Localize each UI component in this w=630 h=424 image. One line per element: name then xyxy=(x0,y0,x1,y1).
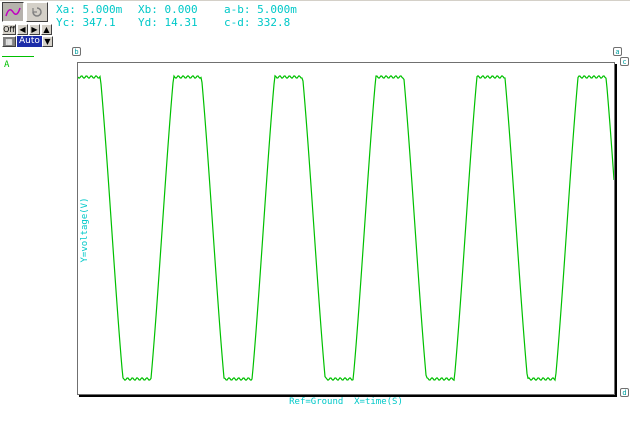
y-axis-label: Y=voltage(V) xyxy=(80,197,90,263)
cursor-xa-readout: Xa: 5.000m xyxy=(56,3,123,16)
cursor-c-tag[interactable]: c xyxy=(620,57,629,66)
off-button[interactable]: Off xyxy=(2,24,16,35)
cursor-yc-readout: Yc: 347.1 xyxy=(56,16,116,29)
prev-cursor-button[interactable]: ◀ xyxy=(17,24,28,35)
plot-area[interactable] xyxy=(77,62,615,395)
trace-legend-label[interactable]: A xyxy=(4,60,9,70)
next-cursor-button[interactable]: ▶ xyxy=(29,24,40,35)
plot-shadow-right xyxy=(615,64,617,397)
trace-legend-line xyxy=(2,56,34,57)
undo-icon xyxy=(32,7,42,17)
scale-dropdown-button[interactable]: ▼ xyxy=(42,36,53,47)
mode-button[interactable]: ▦ xyxy=(2,36,16,47)
cursor-cd-readout: c-d: 332.8 xyxy=(224,16,291,29)
trace-a-line xyxy=(78,74,614,382)
cursor-yd-readout: Yd: 14.31 xyxy=(138,16,198,29)
waveform-icon xyxy=(5,7,21,17)
cursor-d-tag[interactable]: d xyxy=(620,388,629,397)
waveform-plot xyxy=(78,74,614,382)
waveform-toggle-button[interactable] xyxy=(2,2,24,22)
cursor-a-tag[interactable]: a xyxy=(613,47,622,56)
cursor-b-tag[interactable]: b xyxy=(72,47,81,56)
top-border xyxy=(0,0,630,1)
cursor-xb-readout: Xb: 0.000 xyxy=(138,3,198,16)
x-axis-label: Ref=Ground X=time(S) xyxy=(289,397,403,407)
step-up-button[interactable]: ▲ xyxy=(41,24,52,35)
cursor-ab-readout: a-b: 5.000m xyxy=(224,3,297,16)
reset-button[interactable] xyxy=(26,2,48,22)
